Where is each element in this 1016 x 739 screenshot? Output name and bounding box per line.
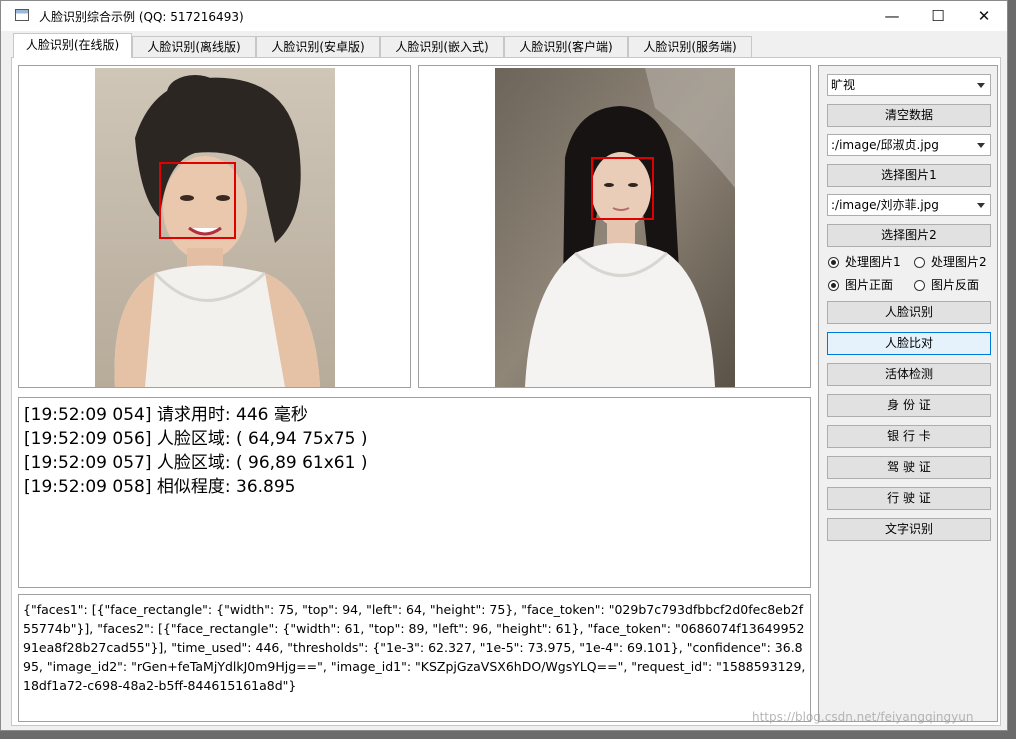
log-line: [19:52:09 056] 人脸区域: ( 64,94 75x75 ) xyxy=(24,429,368,449)
log-line: [19:52:09 057] 人脸区域: ( 96,89 61x61 ) xyxy=(24,453,368,473)
close-button[interactable]: ✕ xyxy=(961,1,1007,31)
radio-image-front-label: 图片正面 xyxy=(845,278,894,292)
log-line: [19:52:09 054] 请求用时: 446 毫秒 xyxy=(24,405,308,425)
chevron-down-icon xyxy=(977,143,985,148)
face-box-2 xyxy=(591,157,654,220)
radio-process-image2[interactable]: 处理图片2 xyxy=(914,254,987,270)
select-image1-button[interactable]: 选择图片1 xyxy=(827,164,991,187)
radio-process-image1[interactable]: 处理图片1 xyxy=(828,254,901,270)
tab-client[interactable]: 人脸识别(客户端) xyxy=(504,36,628,57)
vehicle-license-button[interactable]: 行 驶 证 xyxy=(827,487,991,510)
face-box-1 xyxy=(159,162,236,239)
chevron-down-icon xyxy=(977,203,985,208)
control-sidebar: 旷视 清空数据 :/image/邱淑贞.jpg 选择图片1 :/image/刘亦… xyxy=(818,65,998,722)
radio-image-back-label: 图片反面 xyxy=(931,278,980,292)
liveness-detect-button[interactable]: 活体检测 xyxy=(827,363,991,386)
text-recognize-button[interactable]: 文字识别 xyxy=(827,518,991,541)
image2-path-select[interactable]: :/image/刘亦菲.jpg xyxy=(827,194,991,216)
tab-android[interactable]: 人脸识别(安卓版) xyxy=(256,36,380,57)
tab-offline[interactable]: 人脸识别(离线版) xyxy=(132,36,256,57)
image2-frame xyxy=(418,65,811,388)
radio-image-front[interactable]: 图片正面 xyxy=(828,277,893,293)
face-recognize-button[interactable]: 人脸识别 xyxy=(827,301,991,324)
tab-online[interactable]: 人脸识别(在线版) xyxy=(13,33,132,58)
radio-checked-icon xyxy=(828,280,839,291)
select-image2-button[interactable]: 选择图片2 xyxy=(827,224,991,247)
radio-unchecked-icon xyxy=(914,280,925,291)
provider-value: 旷视 xyxy=(831,78,856,92)
log-line: [19:52:09 058] 相似程度: 36.895 xyxy=(24,477,296,497)
maximize-button[interactable]: ☐ xyxy=(915,1,961,31)
provider-select[interactable]: 旷视 xyxy=(827,74,991,96)
face-compare-button[interactable]: 人脸比对 xyxy=(827,332,991,355)
tab-content-panel: [19:52:09 054] 请求用时: 446 毫秒 [19:52:09 05… xyxy=(11,57,1001,726)
title-bar: 人脸识别综合示例 (QQ: 517216493) — ☐ ✕ xyxy=(1,1,1007,31)
radio-checked-icon xyxy=(828,257,839,268)
window-title: 人脸识别综合示例 (QQ: 517216493) xyxy=(39,10,244,24)
app-window-icon xyxy=(15,9,29,21)
radio-unchecked-icon xyxy=(914,257,925,268)
id-card-button[interactable]: 身 份 证 xyxy=(827,394,991,417)
minimize-button[interactable]: — xyxy=(869,1,915,31)
log-output[interactable]: [19:52:09 054] 请求用时: 446 毫秒 [19:52:09 05… xyxy=(18,397,811,588)
image1-photo xyxy=(95,68,335,387)
image2-path-value: :/image/刘亦菲.jpg xyxy=(831,198,939,212)
radio-process-image2-label: 处理图片2 xyxy=(931,255,987,269)
app-window: 人脸识别综合示例 (QQ: 517216493) — ☐ ✕ 人脸识别(在线版)… xyxy=(0,0,1008,731)
watermark-url: https://blog.csdn.net/feiyangqingyun xyxy=(752,710,974,724)
chevron-down-icon xyxy=(977,83,985,88)
radio-image-back[interactable]: 图片反面 xyxy=(914,277,979,293)
clear-data-button[interactable]: 清空数据 xyxy=(827,104,991,127)
tab-server[interactable]: 人脸识别(服务端) xyxy=(628,36,752,57)
tab-embedded[interactable]: 人脸识别(嵌入式) xyxy=(380,36,504,57)
image2-photo xyxy=(495,68,735,387)
image1-path-value: :/image/邱淑贞.jpg xyxy=(831,138,939,152)
bank-card-button[interactable]: 银 行 卡 xyxy=(827,425,991,448)
json-response-text[interactable]: {"faces1": [{"face_rectangle": {"width":… xyxy=(18,594,811,722)
radio-process-image1-label: 处理图片1 xyxy=(845,255,901,269)
image1-path-select[interactable]: :/image/邱淑贞.jpg xyxy=(827,134,991,156)
tab-bar: 人脸识别(在线版) 人脸识别(离线版) 人脸识别(安卓版) 人脸识别(嵌入式) … xyxy=(11,33,1001,58)
driver-license-button[interactable]: 驾 驶 证 xyxy=(827,456,991,479)
image1-frame xyxy=(18,65,411,388)
